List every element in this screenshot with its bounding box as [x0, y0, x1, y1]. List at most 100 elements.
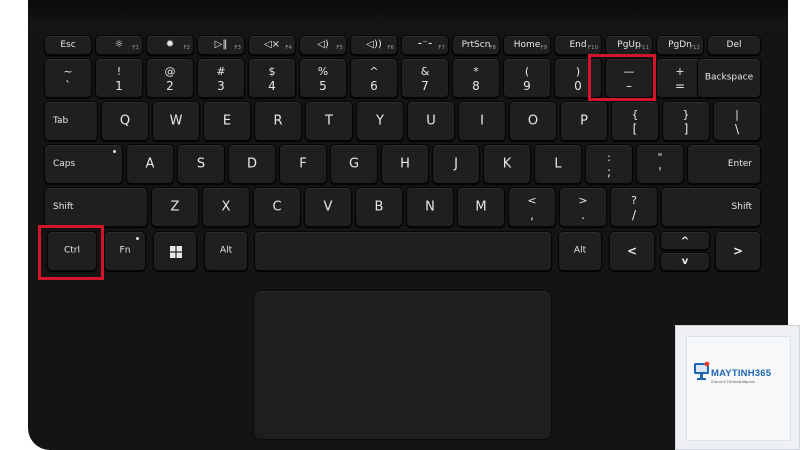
key-y-label: Y — [376, 113, 384, 129]
key-f12[interactable]: PgDn F12 — [656, 35, 704, 55]
key-o[interactable]: O — [509, 101, 557, 141]
key-r[interactable]: R — [254, 101, 302, 141]
key-g-label: G — [348, 156, 360, 172]
watermark-brand: MAYTINH365 — [711, 368, 772, 379]
key-slash[interactable]: ? / — [610, 187, 658, 227]
key-p[interactable]: P — [560, 101, 608, 141]
key-quote-upper: " — [657, 151, 663, 164]
key-f10[interactable]: End F10 — [554, 35, 602, 55]
watermark-tagline: Chia sẻ & Thủ thuật Máy tính — [711, 380, 755, 384]
key-comma[interactable]: <, — [508, 187, 556, 227]
key-f7[interactable]: ⁃⁻⁃ F7 — [401, 35, 449, 55]
key-alt-right[interactable]: Alt — [558, 231, 602, 271]
key-fn[interactable]: Fn — [104, 231, 146, 271]
key-shift-left[interactable]: Shift — [44, 187, 148, 227]
key-a[interactable]: A — [126, 144, 174, 184]
key-arrow-up[interactable]: ^ — [660, 231, 710, 250]
key-7[interactable]: & 7 — [401, 58, 449, 98]
key-backspace-label: Backspace — [704, 72, 754, 83]
key-close-bracket-upper: } — [682, 108, 690, 121]
key-1[interactable]: ! 1 — [95, 58, 143, 98]
key-f11[interactable]: PgUp F11 — [605, 35, 653, 55]
key-open-bracket[interactable]: {[ — [611, 101, 659, 141]
key-arrow-down[interactable]: v — [660, 252, 710, 271]
key-f4-sub: F4 — [285, 45, 292, 51]
key-w[interactable]: W — [152, 101, 200, 141]
key-del[interactable]: Del — [707, 35, 761, 55]
key-i[interactable]: I — [458, 101, 506, 141]
key-s[interactable]: S — [177, 144, 225, 184]
key-w-label: W — [169, 113, 183, 129]
key-f5[interactable]: ◁) F5 — [299, 35, 347, 55]
key-windows[interactable] — [153, 231, 197, 271]
key-q[interactable]: Q — [101, 101, 149, 141]
key-x[interactable]: X — [202, 187, 250, 227]
key-caps[interactable]: Caps — [44, 144, 123, 184]
key-b[interactable]: B — [355, 187, 403, 227]
key-j[interactable]: J — [432, 144, 480, 184]
key-esc[interactable]: Esc — [44, 35, 92, 55]
key-f9[interactable]: Home F9 — [503, 35, 551, 55]
key-quote-lower: ' — [658, 165, 662, 179]
key-4-lower: 4 — [268, 79, 276, 93]
key-y[interactable]: Y — [356, 101, 404, 141]
key-f4[interactable]: ◁× F4 — [248, 35, 296, 55]
key-p-label: P — [580, 113, 588, 129]
key-m-label: M — [475, 199, 487, 215]
key-e[interactable]: E — [203, 101, 251, 141]
key-d[interactable]: D — [228, 144, 276, 184]
key-period[interactable]: >. — [559, 187, 607, 227]
key-u[interactable]: U — [407, 101, 455, 141]
key-f8[interactable]: PrtScn F8 — [452, 35, 500, 55]
key-backslash[interactable]: | \ — [713, 101, 761, 141]
key-2-upper: @ — [164, 65, 176, 78]
key-z[interactable]: Z — [151, 187, 199, 227]
key-l[interactable]: L — [534, 144, 582, 184]
touchpad[interactable] — [253, 290, 552, 440]
key-semicolon[interactable]: :; — [585, 144, 633, 184]
key-tab[interactable]: Tab — [44, 101, 98, 141]
key-shift-right[interactable]: Shift — [661, 187, 761, 227]
key-t[interactable]: T — [305, 101, 353, 141]
key-9[interactable]: (9 — [503, 58, 551, 98]
key-arrow-left[interactable]: < — [609, 231, 655, 271]
key-enter[interactable]: Enter — [687, 144, 761, 184]
key-close-bracket[interactable]: }] — [662, 101, 710, 141]
key-open-bracket-lower: [ — [632, 122, 638, 136]
key-f6[interactable]: ◁)) F6 — [350, 35, 398, 55]
key-f7-sub: F7 — [438, 45, 445, 51]
key-backtick[interactable]: ~ ` — [44, 58, 92, 98]
key-k[interactable]: K — [483, 144, 531, 184]
key-slash-lower: / — [631, 208, 637, 222]
key-f2[interactable]: ✹ F2 — [146, 35, 194, 55]
key-g[interactable]: G — [330, 144, 378, 184]
key-f1[interactable]: ☼ F1 — [95, 35, 143, 55]
key-f[interactable]: F — [279, 144, 327, 184]
key-arrow-right[interactable]: > — [715, 231, 761, 271]
key-n[interactable]: N — [406, 187, 454, 227]
key-c[interactable]: C — [253, 187, 301, 227]
key-6-lower: 6 — [370, 79, 378, 93]
key-k-label: K — [502, 156, 512, 172]
key-8[interactable]: * 8 — [452, 58, 500, 98]
key-3[interactable]: #3 — [197, 58, 245, 98]
key-alt-left[interactable]: Alt — [204, 231, 248, 271]
highlight-minus-key — [588, 54, 656, 101]
computer-logo-icon — [694, 361, 710, 380]
key-5[interactable]: % 5 — [299, 58, 347, 98]
key-4[interactable]: $4 — [248, 58, 296, 98]
key-a-label: A — [145, 156, 155, 172]
key-space[interactable] — [254, 231, 552, 271]
key-quote[interactable]: " ' — [636, 144, 684, 184]
key-6[interactable]: ^ 6 — [350, 58, 398, 98]
key-2-lower: 2 — [166, 79, 174, 93]
key-c-label: C — [272, 199, 282, 215]
key-q-label: Q — [119, 113, 131, 129]
key-f3[interactable]: ▷‖ F3 — [197, 35, 245, 55]
key-l-label: L — [554, 156, 562, 172]
key-h[interactable]: H — [381, 144, 429, 184]
key-2[interactable]: @2 — [146, 58, 194, 98]
key-backspace[interactable]: Backspace — [697, 58, 761, 98]
key-m[interactable]: M — [457, 187, 505, 227]
key-v[interactable]: V — [304, 187, 352, 227]
